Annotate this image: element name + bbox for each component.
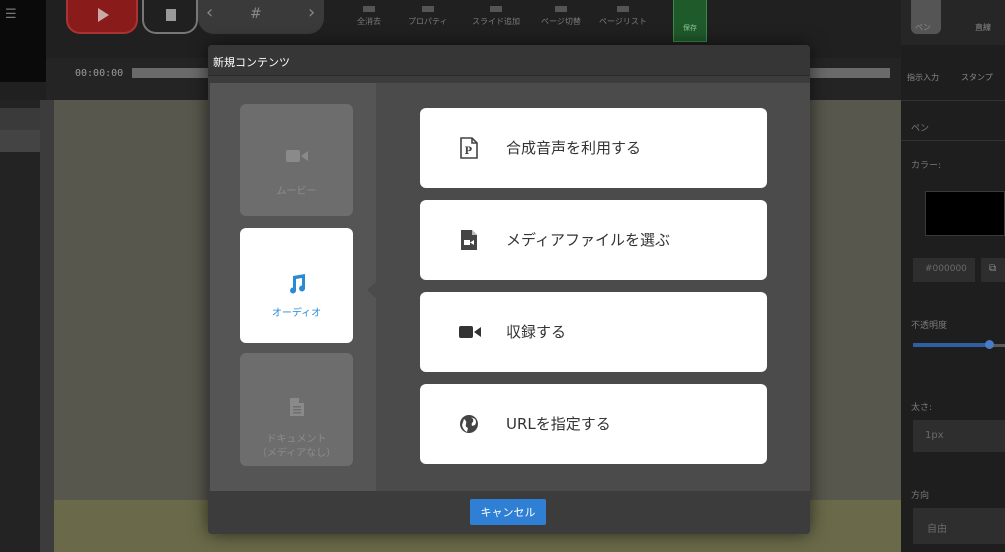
category-document[interactable]: ドキュメント （メディアなし） [240,353,353,466]
dialog-body: ムービー オーディオ ドキュメント （メディアなし） P 合成音声を利用する メ… [210,83,810,491]
divider [901,100,1005,101]
scrollbar[interactable] [40,100,54,552]
color-label: カラー: [911,161,942,171]
category-movie[interactable]: ムービー [240,104,353,216]
dialog-footer: キャンセル [208,491,810,534]
stop-icon [166,9,176,21]
option-record-label: 収録する [506,323,567,341]
tool-properties[interactable]: プロパティ [408,6,448,27]
tool-stamp-label[interactable]: スタンプ [961,72,993,83]
direction-select[interactable]: 自由 [913,508,1005,544]
next-slide-icon[interactable]: › [308,2,315,23]
slide-number-icon: # [250,6,262,22]
section-title: ペン [911,124,930,134]
option-synthesized-voice-label: 合成音声を利用する [506,139,642,157]
document-icon [240,397,353,421]
prev-slide-icon[interactable]: ‹ [206,2,213,23]
music-note-icon [240,273,353,299]
category-audio[interactable]: オーディオ [240,228,353,343]
tool-page-switch[interactable]: ページ切替 [541,6,581,27]
opacity-label: 不透明度 [911,321,948,331]
clear-all-icon [363,6,375,12]
option-record-button[interactable]: 収録する [420,292,767,372]
pen-settings-panel: ペン 直線 指示入力 スタンプ ペン カラー: #000000 ⧉ 不透明度 太… [901,0,1005,552]
color-hex-input[interactable]: #000000 [913,258,975,282]
tool-page-list[interactable]: ページリスト [599,6,647,27]
content-category-list: ムービー オーディオ ドキュメント （メディアなし） [210,83,376,491]
play-button[interactable] [66,0,138,34]
stop-button[interactable] [142,0,198,34]
add-slide-icon [490,6,502,12]
timecode: 00:00:00 [75,68,124,79]
option-media-file-label: メディアファイルを選ぶ [506,231,670,249]
menu-icon[interactable]: ☰ [5,8,17,21]
page-switch-icon [554,6,567,12]
option-url-label: URLを指定する [506,415,611,433]
properties-icon [421,6,434,12]
cancel-button[interactable]: キャンセル [470,499,546,525]
dialog-title: 新規コンテンツ [213,56,290,69]
menu-area: ☰ [0,0,46,82]
tool-add-slide[interactable]: スライド追加 [472,6,520,27]
save-button[interactable]: 保存 [673,0,707,42]
option-url-button[interactable]: URLを指定する [420,384,767,464]
category-audio-label: オーディオ [271,308,322,319]
tab-pen-label: ペン [915,23,931,32]
video-camera-icon [240,148,353,168]
direction-label: 方向 [911,491,930,501]
tab-line-label[interactable]: 直線 [975,22,991,33]
size-input[interactable]: 1px [913,420,1005,452]
tool-pointer-label[interactable]: 指示入力 [907,72,939,83]
page-list-icon [616,6,629,12]
globe-icon [458,413,480,435]
new-content-dialog: 新規コンテンツ ムービー オーディオ ドキュメント （メディアなし） P 合成音… [208,45,810,534]
slide-navigation: ‹ # › [198,0,324,34]
slide-list-panel [0,100,52,552]
video-camera-icon [458,321,481,343]
play-icon [98,8,109,22]
tool-clear-all[interactable]: 全消去 [357,6,381,27]
category-movie-label: ムービー [276,186,317,197]
color-swatch[interactable] [925,191,1005,236]
media-file-icon [458,229,480,251]
powerpoint-file-icon: P [458,137,480,159]
seek-bar-end[interactable] [808,68,890,78]
category-document-label: ドキュメント （メディアなし） [256,434,337,459]
size-label: 太さ: [911,403,933,413]
dialog-header: 新規コンテンツ [208,45,810,76]
seek-bar[interactable] [132,68,212,78]
option-media-file-button[interactable]: メディアファイルを選ぶ [420,200,767,280]
opacity-slider-handle[interactable] [985,340,994,349]
copy-icon[interactable]: ⧉ [981,258,1005,282]
active-category-pointer [367,281,377,299]
svg-text:P: P [465,146,473,157]
option-synthesized-voice-button[interactable]: P 合成音声を利用する [420,108,767,188]
divider [901,140,1005,141]
opacity-slider-fill [913,343,987,347]
